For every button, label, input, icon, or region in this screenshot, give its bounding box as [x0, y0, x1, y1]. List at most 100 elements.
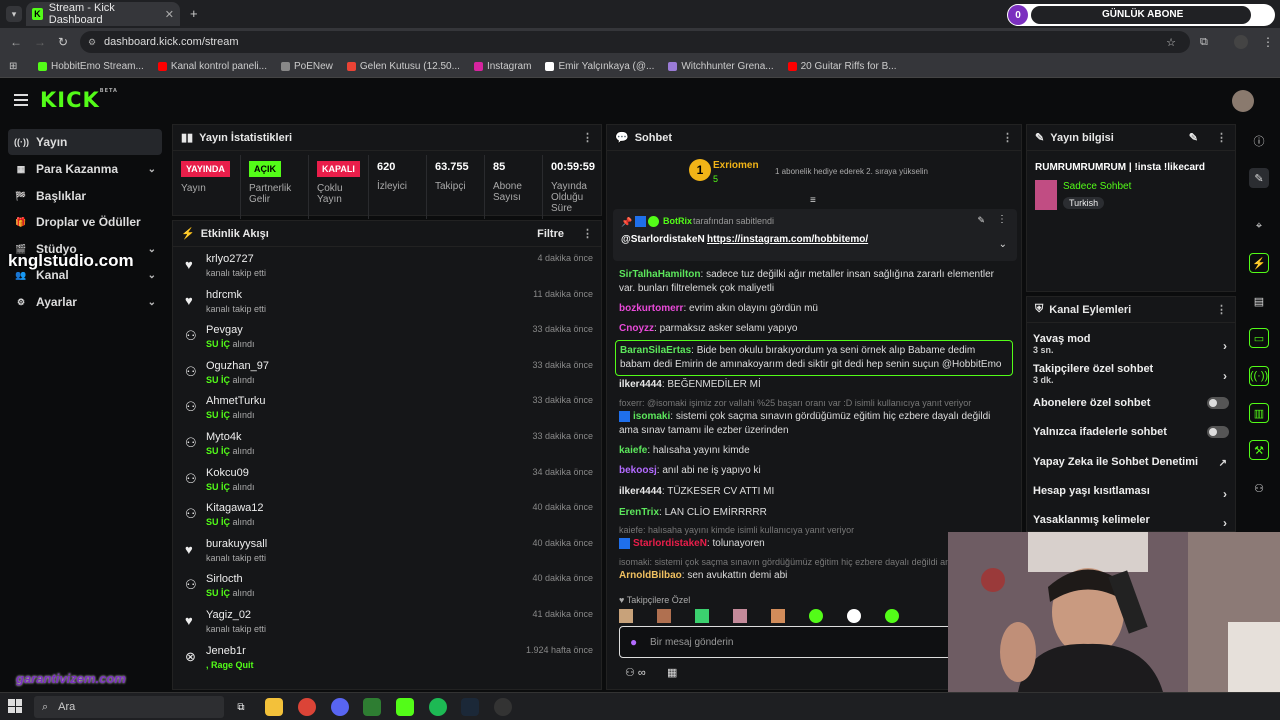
expand-chevron-icon[interactable]: ⌄ [999, 239, 1007, 250]
channel-action-row[interactable]: Yasaklanmış kelimeler › [1033, 514, 1229, 530]
stream-info-menu-icon[interactable]: ⋮ [1216, 131, 1227, 144]
chat-username[interactable]: ErenTrix [619, 507, 659, 518]
extensions-icon[interactable]: ⧉ [1200, 36, 1208, 49]
toggle-switch[interactable] [1207, 397, 1229, 409]
pinned-menu-icon[interactable]: ⋮ [997, 214, 1007, 225]
chat-message[interactable]: ilker4444: BEĞENMEDİLER Mİ [619, 378, 1011, 392]
new-tab-icon[interactable]: + [190, 6, 198, 21]
chat-username[interactable]: bozkurtomerr [619, 303, 683, 314]
hamburger-menu-icon[interactable] [14, 94, 28, 106]
stats-menu-icon[interactable]: ⋮ [582, 131, 593, 144]
bookmark-item[interactable]: Kanal kontrol paneli... [157, 61, 267, 72]
community-rail-icon[interactable]: ⚇ [1249, 478, 1269, 498]
chat-message[interactable]: BaranSilaErtas: Bide ben okulu bırakıyor… [615, 340, 1013, 376]
activity-item[interactable]: ⊗ Jeneb1r , Rage Quit 1.924 hafta önce [173, 641, 601, 675]
emote-icon[interactable] [771, 609, 785, 623]
top-gifter-name[interactable]: Exriomen [713, 160, 759, 171]
emote-icon[interactable] [619, 609, 633, 623]
steam-icon[interactable] [461, 698, 479, 716]
store-icon[interactable]: ▦ [667, 666, 677, 679]
chat-message[interactable]: bekoosj: anıl abi ne iş yapıyo ki [619, 464, 1011, 478]
activity-item[interactable]: ♥ Yagiz_02 kanalı takip etti 41 dakika önce [173, 605, 601, 639]
chat-message[interactable]: ilker4444: TÜZKESER CV ATTI MI [619, 485, 1011, 499]
apps-icon[interactable]: ⊞ [9, 61, 17, 72]
broadcast-rail-icon[interactable]: ((·)) [1249, 366, 1269, 386]
emote-icon[interactable] [809, 609, 823, 623]
sidebar-item-ayarlar[interactable]: ⚙ Ayarlar ⌄ [8, 289, 162, 315]
channel-action-row[interactable]: Yapay Zeka ile Sohbet Denetimi ↗ [1033, 456, 1229, 469]
activity-item[interactable]: ♥ krlyo2727 kanalı takip etti 4 dakika önce [173, 249, 601, 283]
taskbar-search[interactable]: ⌕ Ara [34, 696, 224, 718]
activity-item[interactable]: ♥ burakuyysall kanalı takip etti 40 dakika … [173, 534, 601, 568]
sidebar-item-droplar-ve-d-ller[interactable]: 🎁 Droplar ve Ödüller [8, 209, 162, 235]
tools-rail-icon[interactable]: ⚒ [1249, 440, 1269, 460]
channel-action-row[interactable]: Takipçilere özel sohbet 3 dk. › [1033, 363, 1229, 385]
chevron-right-icon[interactable]: › [1223, 487, 1227, 501]
kick-logo[interactable]: KICKBETA [40, 88, 118, 112]
activity-item[interactable]: ⚇ Pevgay SU İÇ alındı 33 dakika önce [173, 320, 601, 354]
channel-action-row[interactable]: Yavaş mod 3 sn. › [1033, 333, 1229, 355]
channel-action-row[interactable]: Abonelere özel sohbet [1033, 397, 1229, 409]
edit-stream-icon[interactable]: ✎ [1249, 168, 1269, 188]
xbox-icon[interactable] [363, 698, 381, 716]
activity-menu-icon[interactable]: ⋮ [582, 227, 593, 240]
chat-username[interactable]: isomaki [633, 411, 670, 422]
bookmark-item[interactable]: PoENew [280, 61, 333, 72]
emote-icon[interactable] [885, 609, 899, 623]
chat-message[interactable]: bozkurtomerr: evrim akın olayını gördün … [619, 302, 1011, 316]
tab-list-icon[interactable]: ▾ [6, 6, 22, 22]
back-icon[interactable]: ← [10, 35, 22, 49]
sidebar-item-para-kazanma[interactable]: ▦ Para Kazanma ⌄ [8, 156, 162, 182]
site-info-icon[interactable]: ⚙ [88, 37, 96, 48]
emote-icon[interactable] [847, 609, 861, 623]
sidebar-item-ba-l-klar[interactable]: 🏁 Başlıklar [8, 183, 162, 209]
layout-rail-icon[interactable]: ▥ [1249, 403, 1269, 423]
chat-username[interactable]: Cnoyzz [619, 323, 654, 334]
chat-username[interactable]: SirTalhaHamilton [619, 269, 701, 280]
chat-message[interactable]: kaiefe: halısaha yayını kimde [619, 444, 1011, 458]
reload-icon[interactable]: ↻ [58, 35, 68, 49]
chat-message[interactable]: SirTalhaHamilton: sadece tuz değilki ağı… [619, 268, 1011, 296]
chevron-right-icon[interactable]: › [1223, 369, 1227, 383]
chat-menu-icon[interactable]: ⋮ [1002, 131, 1013, 144]
channel-action-row[interactable]: Yalnızca ifadelerle sohbet [1033, 426, 1229, 438]
chevron-right-icon[interactable]: › [1223, 516, 1227, 530]
emote-icon[interactable] [657, 609, 671, 623]
close-tab-icon[interactable]: ✕ [165, 8, 174, 21]
category-name[interactable]: Sadece Sohbet [1063, 181, 1131, 192]
info-icon[interactable]: ⓘ [1249, 131, 1269, 151]
bookmark-item[interactable]: Gelen Kutusu (12.50... [346, 61, 460, 72]
unpin-icon[interactable]: ✎ [977, 215, 985, 226]
browser-menu-icon[interactable]: ⋮ [1262, 35, 1274, 49]
bookmark-item[interactable]: Witchhunter Grena... [668, 61, 774, 72]
chat-settings-icon[interactable]: ⚇ ∞ [625, 666, 646, 679]
emote-icon[interactable] [733, 609, 747, 623]
windows-start-icon[interactable] [8, 699, 22, 713]
filter-button[interactable]: Filtre [537, 228, 564, 240]
discord-icon[interactable] [331, 698, 349, 716]
chat-message[interactable]: isomaki: sistemi çok saçma sınavın gördü… [619, 410, 1011, 438]
external-link-icon[interactable]: ↗ [1219, 458, 1227, 469]
chevron-right-icon[interactable]: › [1223, 339, 1227, 353]
sidebar-item-yay-n[interactable]: ((·)) Yayın [8, 129, 162, 155]
chrome-icon[interactable] [298, 698, 316, 716]
bookmark-item[interactable]: HobbitEmo Stream... [38, 61, 144, 72]
address-bar[interactable]: ⚙ dashboard.kick.com/stream ☆ [80, 31, 1190, 53]
task-view-icon[interactable]: ⧉ [232, 698, 250, 716]
edit-icon[interactable]: ✎ [1189, 131, 1198, 144]
bookmark-item[interactable]: 20 Guitar Riffs for B... [787, 61, 897, 72]
chat-message[interactable]: ErenTrix: LAN CLİO EMİRRRRR [619, 506, 1011, 520]
pinned-link[interactable]: https://instagram.com/hobbitemo/ [707, 234, 868, 245]
activity-item[interactable]: ⚇ AhmetTurku SU İÇ alındı 33 dakika önce [173, 391, 601, 425]
chat-username[interactable]: BaranSilaErtas [620, 345, 691, 356]
bookmark-star-icon[interactable]: ☆ [1166, 36, 1176, 49]
stats-rail-icon[interactable]: ▤ [1249, 291, 1269, 311]
activity-item[interactable]: ⚇ Kitagawa12 SU İÇ alındı 40 dakika önce [173, 498, 601, 532]
activity-item[interactable]: ⚇ Sirlocth SU İÇ alındı 40 dakika önce [173, 569, 601, 603]
channel-action-row[interactable]: Hesap yaşı kısıtlaması › [1033, 485, 1229, 501]
activity-rail-icon[interactable]: ⚡ [1249, 253, 1269, 273]
chat-username[interactable]: bekoosj [619, 465, 657, 476]
chat-username[interactable]: kaiefe [619, 445, 647, 456]
file-explorer-icon[interactable] [265, 698, 283, 716]
clip-icon[interactable]: ⌖ [1249, 216, 1269, 236]
